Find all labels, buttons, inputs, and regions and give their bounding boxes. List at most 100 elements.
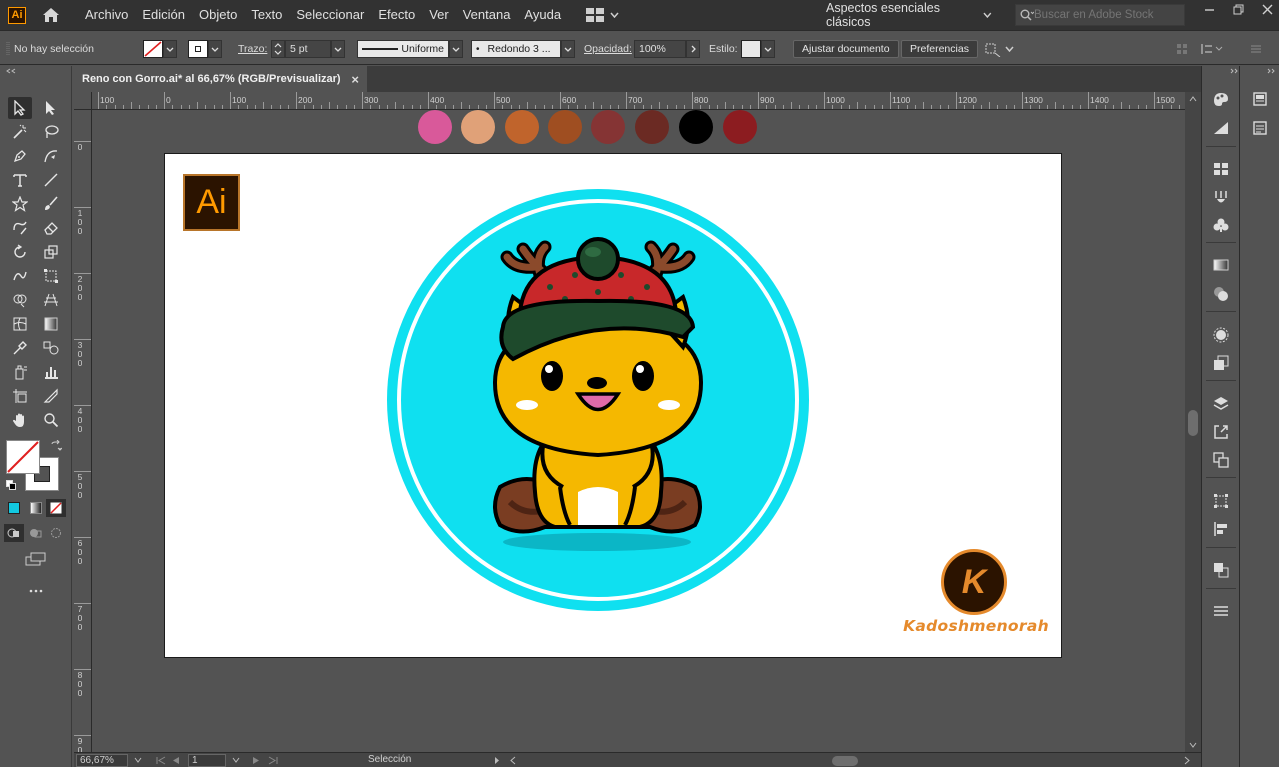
horizontal-ruler[interactable]: 100 0 100 200 300 400 500 600 700 800 900 1000 1100 1… (92, 92, 1185, 110)
document-tab[interactable]: Reno con Gorro.ai* al 66,67% (RGB/Previs… (74, 66, 367, 92)
chevron-down-icon[interactable] (561, 40, 575, 58)
symbol-sprayer-tool-icon[interactable] (8, 361, 32, 383)
shaper-tool-icon[interactable] (8, 217, 32, 239)
status-menu-icon[interactable] (494, 756, 500, 765)
color-guide-icon[interactable] (1209, 88, 1233, 110)
align-icon[interactable] (1176, 39, 1188, 59)
color-mode-icon[interactable] (4, 499, 24, 517)
artboards-panel-icon[interactable] (1209, 449, 1233, 471)
zoom-field[interactable]: 66,67% (76, 754, 128, 767)
fit-document-button[interactable]: Ajustar documento (793, 39, 899, 59)
vertical-ruler[interactable]: 0 1 0 0 2 0 0 3 0 0 4 0 0 5 0 0 6 0 0 7 0 0 8 0 … (74, 110, 92, 752)
warp-tool-icon[interactable] (8, 265, 32, 287)
menu-edicion[interactable]: Edición (135, 0, 192, 30)
menu-efecto[interactable]: Efecto (371, 0, 422, 30)
palette-color-dot[interactable] (461, 110, 495, 144)
layers-icon[interactable] (1209, 393, 1233, 415)
stroke-weight-input[interactable]: 5 pt (285, 40, 331, 58)
palette-color-dot[interactable] (505, 110, 539, 144)
selection-tool-icon[interactable] (8, 97, 32, 119)
opacity-label[interactable]: Opacidad: (584, 39, 632, 59)
canvas[interactable]: Ai K Kadoshmenorah (92, 110, 1185, 752)
palette-color-dot[interactable] (591, 110, 625, 144)
fill-box[interactable] (6, 440, 40, 474)
search-input[interactable] (1034, 9, 1179, 21)
vertical-scroll-thumb[interactable] (1188, 410, 1198, 436)
menu-objeto[interactable]: Objeto (192, 0, 244, 30)
chevron-down-icon[interactable] (331, 40, 345, 58)
gradient-swatch-icon[interactable] (1209, 254, 1233, 276)
type-tool-icon[interactable] (8, 169, 32, 191)
collapse-icon[interactable] (1230, 68, 1238, 74)
artboard-number-field[interactable]: 1 (188, 754, 226, 767)
last-artboard-icon[interactable] (268, 756, 278, 765)
ruler-origin[interactable] (74, 92, 92, 110)
transform-panel-icon[interactable] (1209, 490, 1233, 512)
first-artboard-icon[interactable] (156, 756, 166, 765)
close-tab-icon[interactable]: × (351, 72, 359, 87)
mesh-tool-icon[interactable] (8, 313, 32, 335)
stroke-label[interactable]: Trazo: (238, 39, 267, 59)
opacity-input[interactable]: 100% (634, 40, 686, 58)
brushes-icon[interactable] (1209, 187, 1233, 209)
shape-builder-tool-icon[interactable] (8, 289, 32, 311)
horizontal-scroll-thumb[interactable] (832, 756, 858, 766)
swatches-icon[interactable] (1209, 158, 1233, 180)
symbols-icon[interactable] (1209, 214, 1233, 236)
palette-color-dot[interactable] (548, 110, 582, 144)
opacity[interactable]: 100% (634, 39, 700, 59)
align-panel-icon[interactable] (1209, 518, 1233, 540)
transform-icon[interactable] (1200, 39, 1224, 59)
home-icon[interactable] (40, 4, 62, 26)
draw-normal-icon[interactable] (4, 524, 24, 542)
stroke-weight[interactable]: 5 pt (271, 39, 345, 59)
gradient-mode-icon[interactable] (26, 499, 46, 517)
collapse-icon[interactable] (4, 66, 18, 76)
chevron-right-icon[interactable] (686, 40, 700, 58)
asset-export-icon[interactable] (1209, 421, 1233, 443)
slice-tool-icon[interactable] (39, 385, 63, 407)
more-tools-icon[interactable] (24, 580, 48, 602)
transparency-icon[interactable] (1209, 283, 1233, 305)
brush-definition[interactable]: • Redondo 3 ... (471, 39, 575, 59)
line-tool-icon[interactable] (39, 169, 63, 191)
preferences-button[interactable]: Preferencias (901, 39, 978, 59)
chevron-down-icon[interactable] (449, 40, 463, 58)
paintbrush-tool-icon[interactable] (39, 193, 63, 215)
scroll-down-icon[interactable] (1189, 742, 1197, 748)
arrange-menu[interactable] (983, 39, 1014, 59)
properties-panel-icon[interactable] (1248, 117, 1272, 139)
chevron-down-icon[interactable] (761, 40, 775, 58)
scroll-left-icon[interactable] (510, 756, 516, 765)
menu-seleccionar[interactable]: Seleccionar (289, 0, 371, 30)
menu-ventana[interactable]: Ventana (456, 0, 518, 30)
previous-artboard-icon[interactable] (172, 756, 180, 765)
scale-tool-icon[interactable] (39, 241, 63, 263)
fill-swatch[interactable] (143, 39, 177, 59)
eraser-tool-icon[interactable] (39, 217, 63, 239)
palette-color-dot[interactable] (723, 110, 757, 144)
palette-color-dot[interactable] (679, 110, 713, 144)
swap-icon[interactable] (50, 440, 62, 452)
scroll-up-icon[interactable] (1189, 96, 1197, 102)
minimize-icon[interactable] (1204, 4, 1215, 15)
pathfinder-icon[interactable] (1209, 559, 1233, 581)
fill-stroke-widget[interactable] (6, 440, 62, 494)
palette-color-dot[interactable] (635, 110, 669, 144)
gradient-panel-icon[interactable] (1209, 117, 1233, 139)
menu-ver[interactable]: Ver (422, 0, 456, 30)
screen-mode-icon[interactable] (24, 548, 48, 570)
chevron-down-icon[interactable] (163, 40, 177, 58)
chevron-down-icon[interactable] (208, 40, 222, 58)
artboard-tool-icon[interactable] (8, 385, 32, 407)
blend-tool-icon[interactable] (39, 337, 63, 359)
workspace-switcher[interactable]: Aspectos esenciales clásicos (818, 1, 1000, 29)
none-mode-icon[interactable] (46, 499, 66, 517)
close-icon[interactable] (1262, 4, 1273, 15)
vertical-scrollbar[interactable] (1185, 92, 1201, 752)
arrange-documents-button[interactable] (586, 8, 619, 22)
graphic-styles-icon[interactable] (1209, 352, 1233, 374)
next-artboard-icon[interactable] (252, 756, 260, 765)
scroll-right-icon[interactable] (1184, 756, 1190, 765)
collapse-icon[interactable] (1267, 68, 1275, 74)
